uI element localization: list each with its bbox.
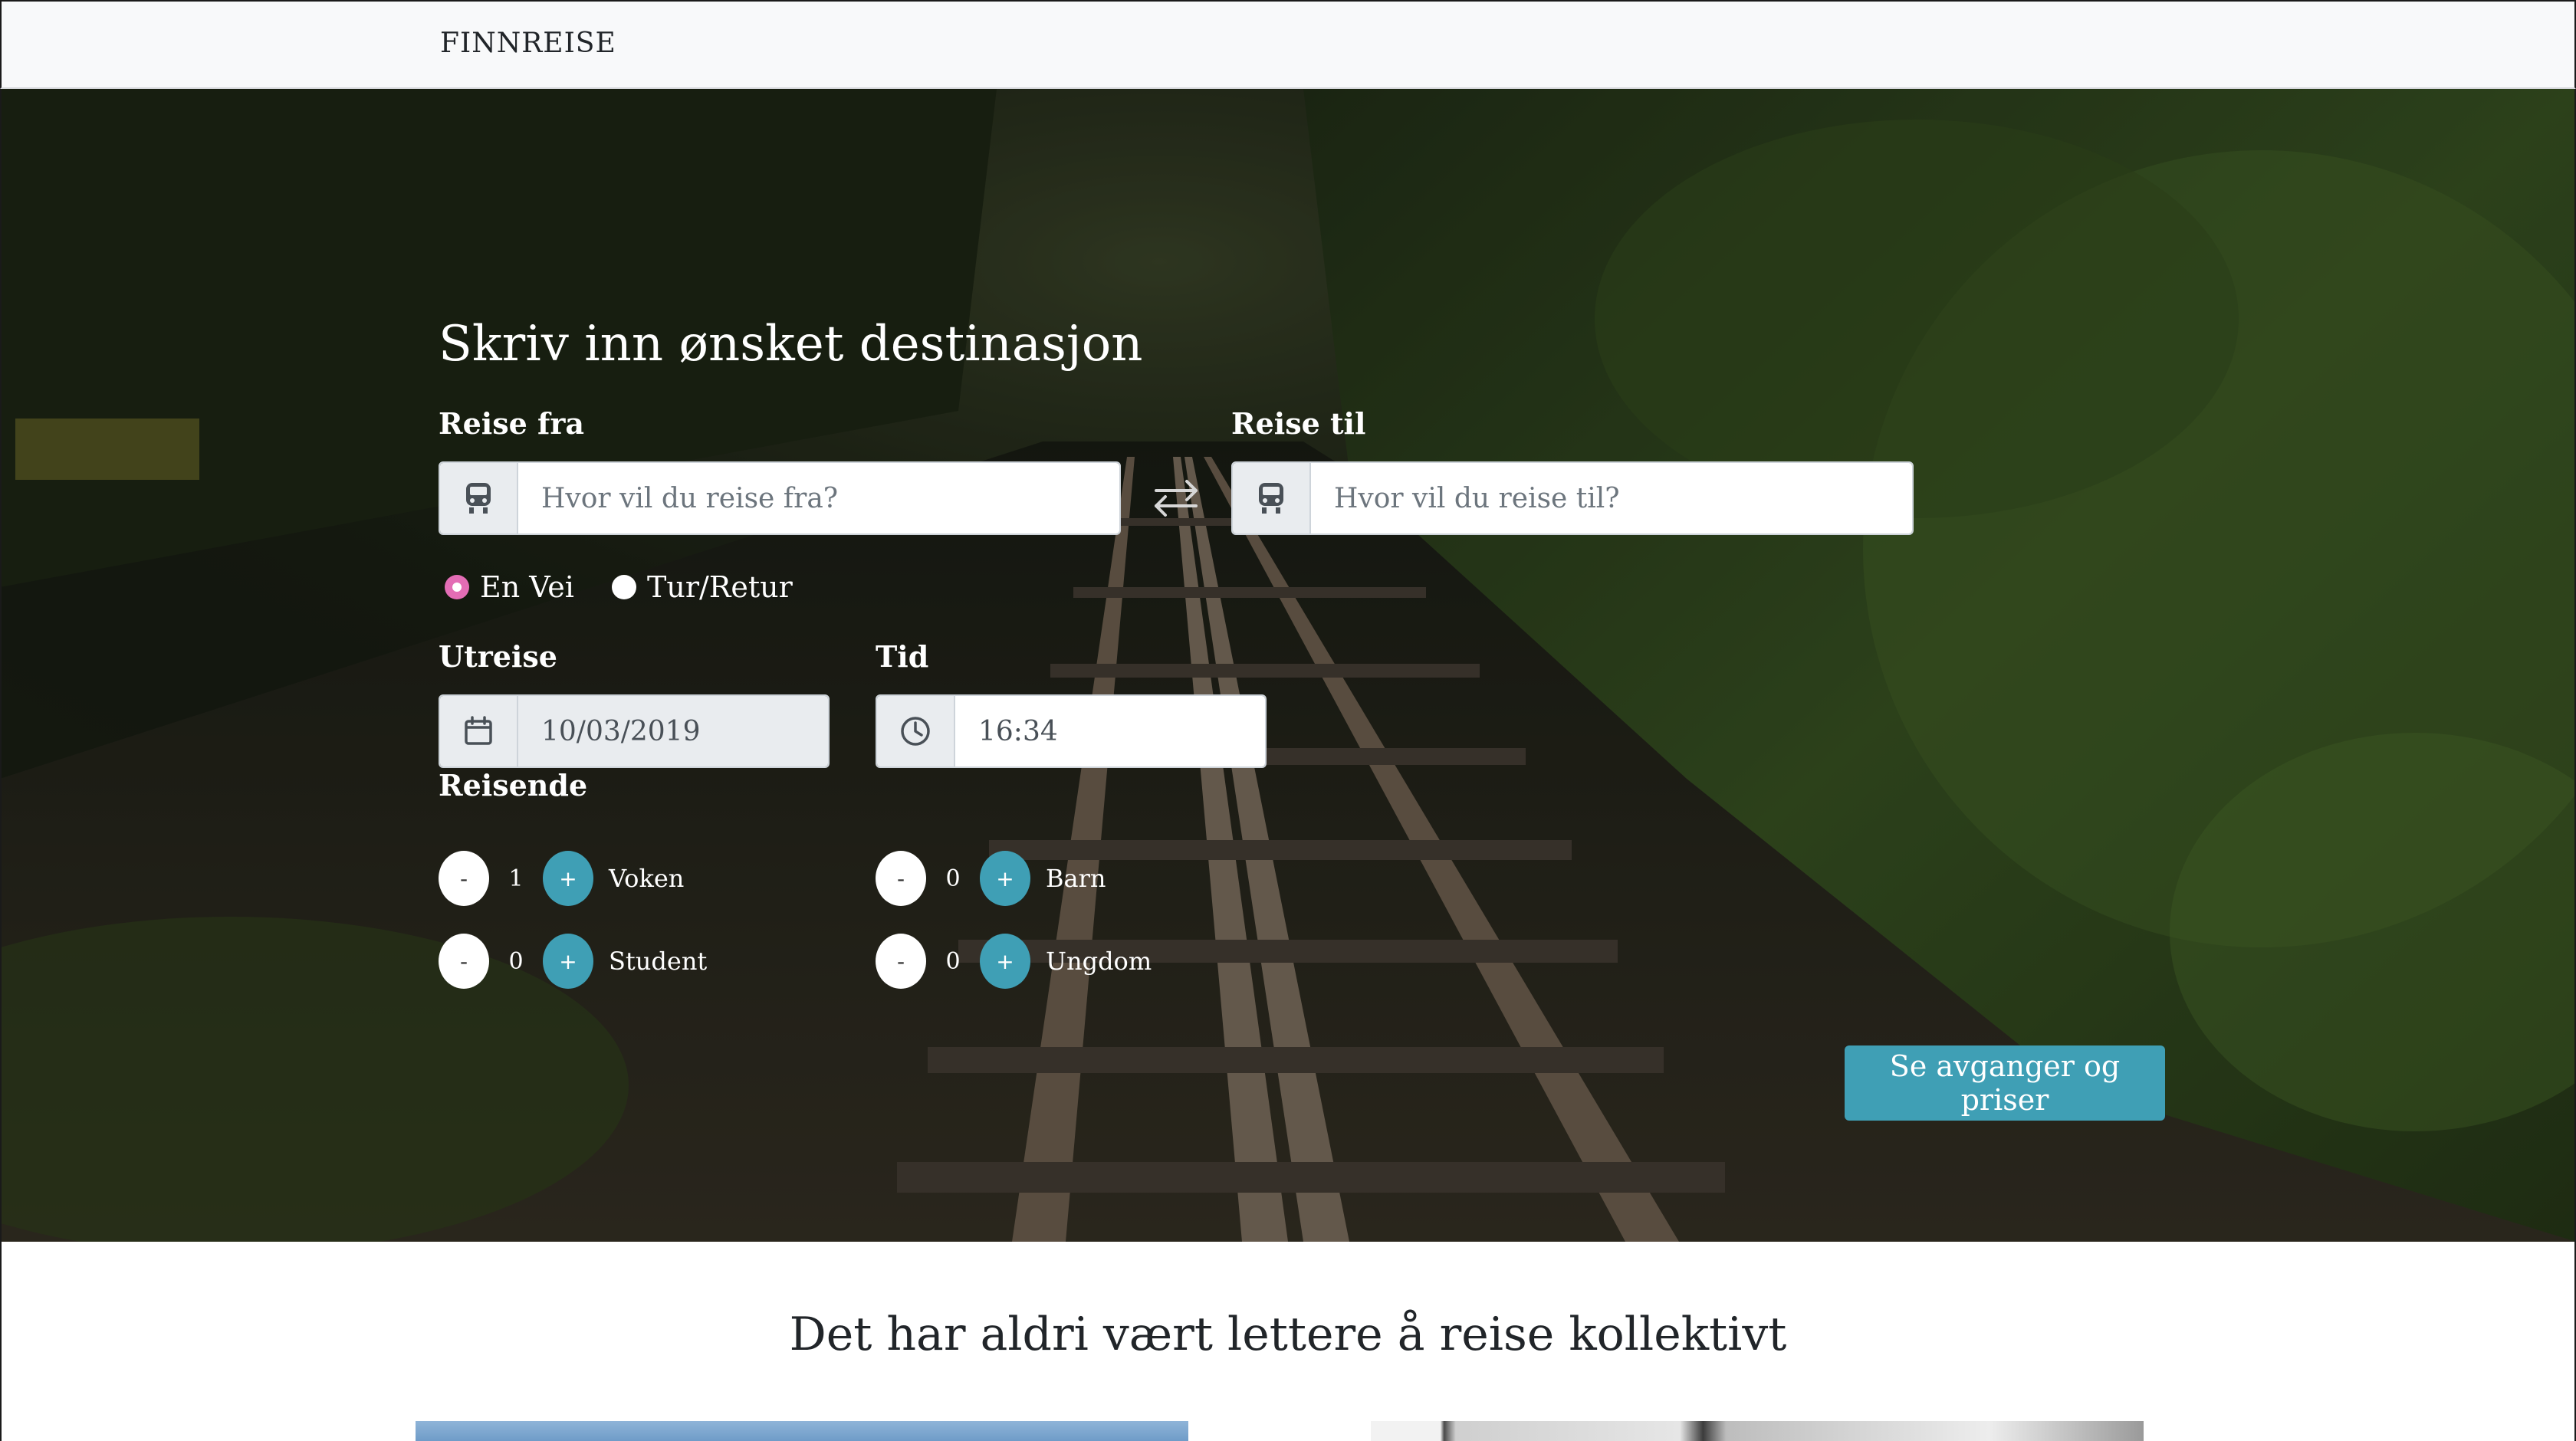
calendar-icon — [440, 696, 518, 766]
departure-input-group — [439, 694, 830, 768]
counter-value: 1 — [508, 865, 524, 892]
decrement-button[interactable]: - — [876, 934, 926, 989]
feature-image-2 — [1371, 1421, 2144, 1441]
radio-one-way[interactable]: En Vei — [445, 570, 574, 604]
departure-label: Utreise — [439, 639, 557, 674]
swap-arrows-icon[interactable] — [1150, 475, 1202, 521]
from-label: Reise fra — [439, 406, 584, 441]
to-label: Reise til — [1231, 406, 1366, 441]
hero-overlay — [0, 89, 2576, 1242]
increment-button[interactable]: + — [980, 851, 1030, 906]
counter-label: Student — [609, 947, 708, 976]
counter-child: - 0 + Barn — [876, 851, 1106, 906]
increment-button[interactable]: + — [980, 934, 1030, 989]
time-input-group — [876, 694, 1267, 768]
brand-logo[interactable]: FINNREISE — [440, 28, 616, 59]
search-departures-button[interactable]: Se avganger og priser — [1845, 1045, 2165, 1121]
from-input-group — [439, 461, 1121, 535]
counter-value: 0 — [508, 947, 524, 975]
radio-round-trip-indicator[interactable] — [612, 575, 636, 599]
counter-youth: - 0 + Ungdom — [876, 934, 1152, 989]
train-icon — [440, 463, 518, 533]
to-input-group — [1231, 461, 1914, 535]
counter-student: - 0 + Student — [439, 934, 707, 989]
radio-round-trip[interactable]: Tur/Retur — [612, 570, 793, 604]
clock-icon — [877, 696, 955, 766]
feature-image-1 — [416, 1421, 1188, 1441]
counter-value: 0 — [945, 865, 961, 892]
time-input[interactable] — [955, 696, 1265, 766]
from-input[interactable] — [518, 463, 1119, 533]
counter-label: Barn — [1046, 864, 1106, 893]
train-icon — [1233, 463, 1311, 533]
time-label: Tid — [876, 639, 929, 674]
to-input[interactable] — [1311, 463, 1912, 533]
form-title: Skriv inn ønsket destinasjon — [439, 316, 1143, 373]
counter-value: 0 — [945, 947, 961, 975]
radio-one-way-indicator[interactable] — [445, 575, 469, 599]
counter-label: Ungdom — [1046, 947, 1152, 976]
decrement-button[interactable]: - — [439, 934, 489, 989]
increment-button[interactable]: + — [543, 934, 593, 989]
counter-adult: - 1 + Voken — [439, 851, 684, 906]
decrement-button[interactable]: - — [439, 851, 489, 906]
hero-section: Skriv inn ønsket destinasjon Reise fra R… — [0, 89, 2576, 1242]
radio-one-way-label: En Vei — [480, 570, 574, 604]
decrement-button[interactable]: - — [876, 851, 926, 906]
increment-button[interactable]: + — [543, 851, 593, 906]
navbar: FINNREISE — [0, 0, 2576, 89]
radio-round-trip-label: Tur/Retur — [647, 570, 793, 604]
departure-date-input[interactable] — [518, 696, 828, 766]
counter-label: Voken — [609, 864, 685, 893]
section-heading: Det har aldri vært lettere å reise kolle… — [789, 1308, 1787, 1361]
travelers-label: Reisende — [439, 768, 588, 803]
